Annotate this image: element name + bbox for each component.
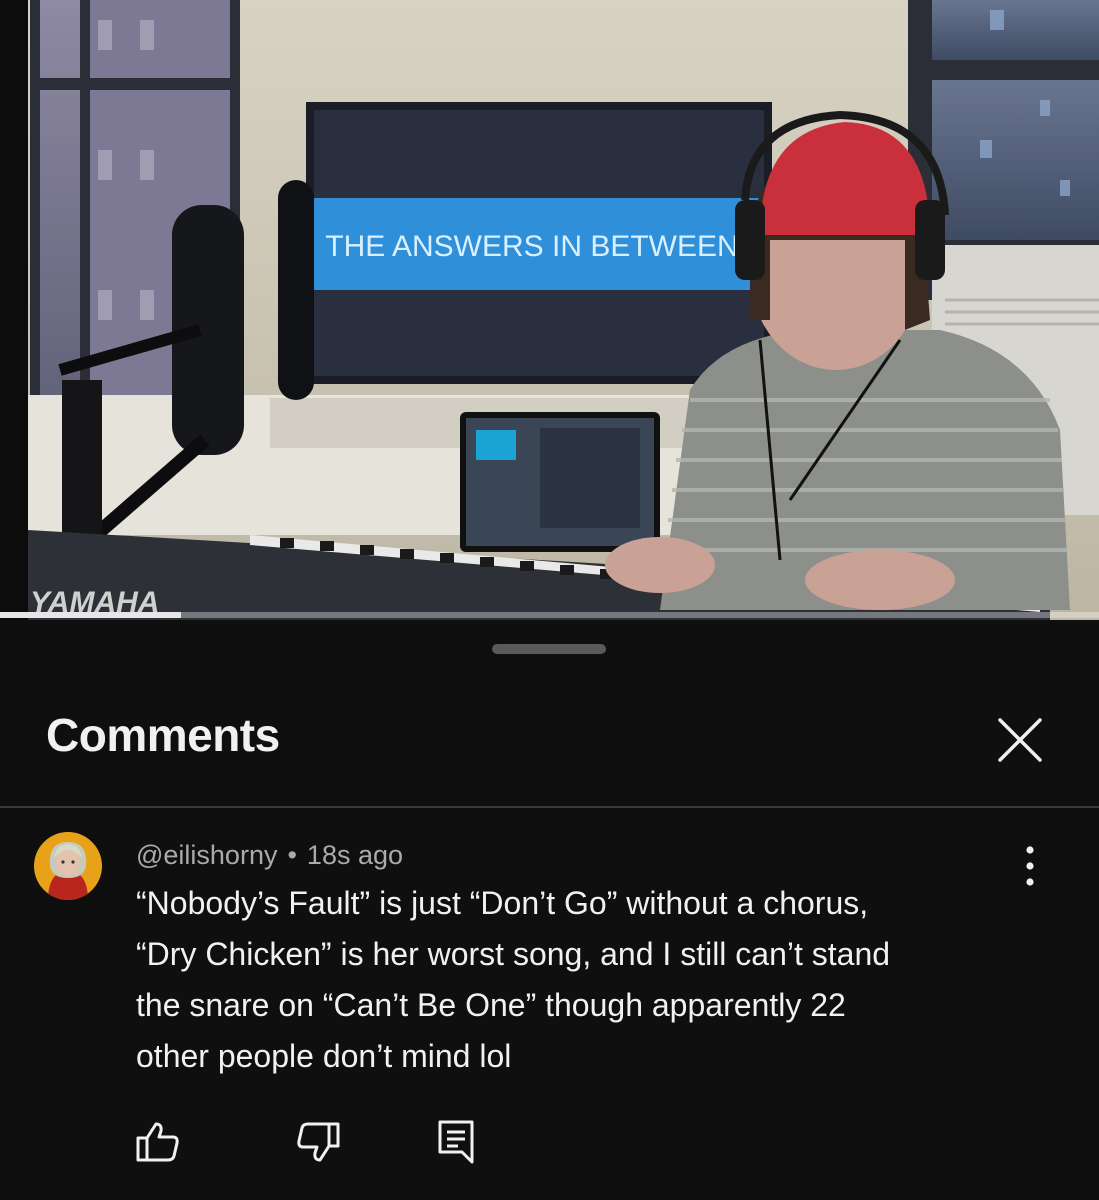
drag-handle[interactable] — [492, 644, 606, 654]
comment-time: 18s ago — [306, 840, 404, 870]
video-progress-bar[interactable] — [0, 612, 1099, 618]
reply-icon — [438, 1120, 474, 1164]
close-button[interactable] — [992, 712, 1048, 768]
dislike-button[interactable] — [294, 1118, 342, 1166]
thumbs-up-icon — [136, 1122, 179, 1162]
comment-line: “Dry Chicken” is her worst song, and I s… — [136, 936, 891, 972]
comment-author[interactable]: @eilishorny — [136, 840, 277, 870]
reply-button[interactable] — [434, 1118, 482, 1166]
thumbs-down-icon — [297, 1122, 340, 1162]
close-icon — [998, 718, 1042, 762]
comment-line: other people don’t mind lol — [136, 1038, 512, 1074]
comment-line: “Nobody’s Fault” is just “Don’t Go” with… — [136, 885, 869, 921]
like-button[interactable] — [134, 1118, 182, 1166]
video-screen-text: THE ANSWERS IN BETWEEN — [325, 230, 738, 263]
meta-separator: • — [287, 840, 297, 870]
comments-sheet: Comments @eilishorny•18s ago “Nobody’s — [0, 620, 1099, 1200]
video-frame: THE ANSWERS IN BETWEEN YAMAHA — [0, 0, 1099, 620]
comment-line: the snare on “Can’t Be One” though appar… — [136, 987, 846, 1023]
avatar[interactable] — [34, 832, 102, 900]
comments-title: Comments — [46, 709, 280, 761]
video-player[interactable]: THE ANSWERS IN BETWEEN YAMAHA — [0, 0, 1099, 620]
avatar-image — [34, 832, 102, 900]
header-divider — [0, 806, 1099, 808]
video-progress-fill — [0, 612, 182, 618]
comment-meta: @eilishorny • 18s ago — [136, 840, 403, 871]
comment-text: “Nobody’s Fault” is just “Don’t Go” with… — [136, 878, 1036, 1082]
